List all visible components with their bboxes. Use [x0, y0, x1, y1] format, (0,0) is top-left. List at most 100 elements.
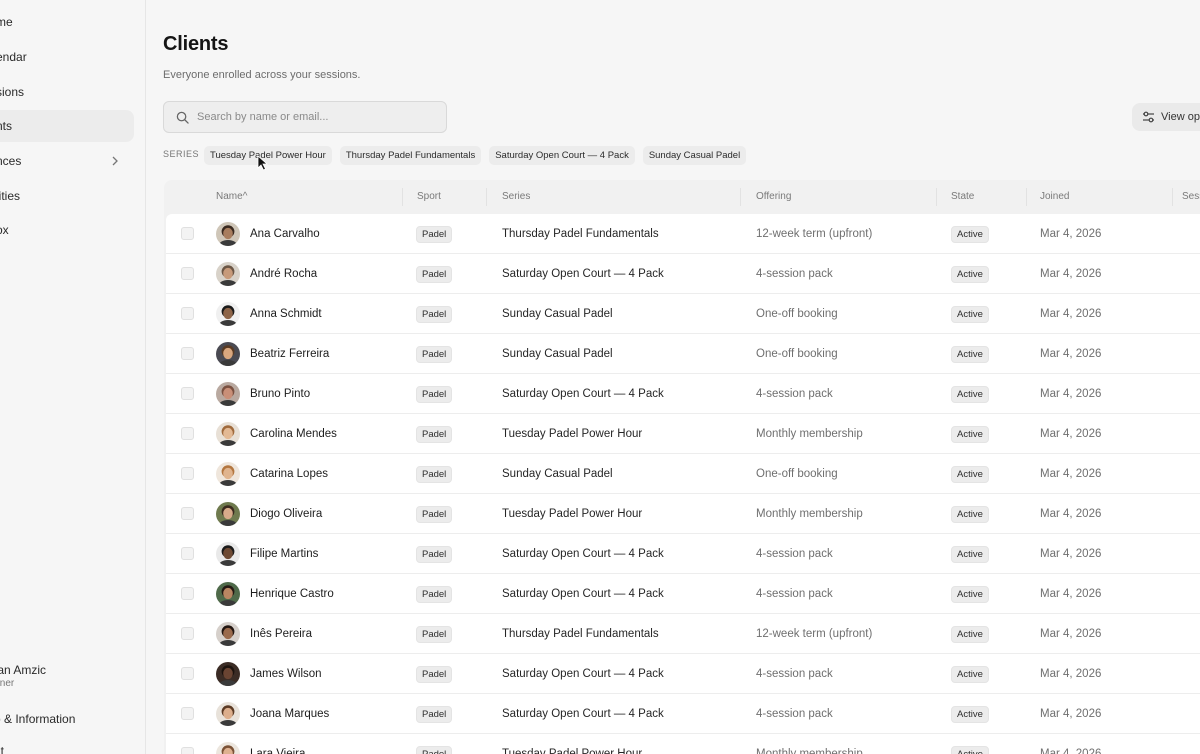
avatar: [216, 742, 240, 754]
series-text: Saturday Open Court — 4 Pack: [502, 548, 664, 560]
client-name-cell[interactable]: Carolina Mendes: [216, 414, 337, 454]
help-information-link[interactable]: p & Information: [0, 712, 75, 726]
offering-text-cell: 4-session pack: [756, 534, 833, 574]
row-checkbox[interactable]: [181, 227, 194, 240]
table-row[interactable]: Catarina Lopes Padel Sunday Casual Padel On…: [166, 454, 1200, 494]
series-chip[interactable]: Thursday Padel Fundamentals: [339, 146, 482, 165]
logout-link[interactable]: ut: [0, 744, 4, 754]
status-badge-cell: Active: [951, 534, 989, 574]
row-checkbox[interactable]: [181, 467, 194, 480]
column-header-joined[interactable]: Joined: [1040, 191, 1069, 202]
table-row[interactable]: Beatriz Ferreira Padel Sunday Casual Padel…: [166, 334, 1200, 374]
row-checkbox[interactable]: [181, 627, 194, 640]
table-row[interactable]: Ana Carvalho Padel Thursday Padel Fundamen…: [166, 214, 1200, 254]
client-name-cell[interactable]: André Rocha: [216, 254, 317, 294]
table-row[interactable]: Bruno Pinto Padel Saturday Open Court — 4 …: [166, 374, 1200, 414]
user-role: ainer: [0, 678, 15, 689]
sidebar-item-3[interactable]: nts: [0, 110, 134, 142]
client-name-cell[interactable]: Anna Schmidt: [216, 294, 322, 334]
table-row[interactable]: Diogo Oliveira Padel Tuesday Padel Power H…: [166, 494, 1200, 534]
column-header-sessions[interactable]: Sess: [1182, 191, 1200, 202]
client-name-cell[interactable]: Filipe Martins: [216, 534, 318, 574]
sidebar-item-4[interactable]: nces: [0, 145, 134, 177]
sidebar-item-label: nces: [0, 154, 22, 168]
offering-text-cell: One-off booking: [756, 294, 838, 334]
client-name-cell[interactable]: Beatriz Ferreira: [216, 334, 329, 374]
series-chip[interactable]: Sunday Casual Padel: [642, 146, 747, 165]
avatar: [216, 662, 240, 686]
table-row[interactable]: Henrique Castro Padel Saturday Open Court …: [166, 574, 1200, 614]
table-row[interactable]: Inês Pereira Padel Thursday Padel Fundamen…: [166, 614, 1200, 654]
client-name: André Rocha: [250, 268, 318, 280]
column-header-offering[interactable]: Offering: [756, 191, 791, 202]
table-row[interactable]: André Rocha Padel Saturday Open Court — 4 …: [166, 254, 1200, 294]
sidebar-item-2[interactable]: sions: [0, 76, 134, 108]
joined-date-cell: Mar 4, 2026: [1040, 694, 1101, 734]
table-row[interactable]: Anna Schmidt Padel Sunday Casual Padel One-…: [166, 294, 1200, 334]
status-badge: Active: [951, 705, 989, 723]
series-text: Sunday Casual Padel: [502, 348, 613, 360]
series-text-cell: Tuesday Padel Power Hour: [502, 734, 642, 754]
client-name-cell[interactable]: Diogo Oliveira: [216, 494, 322, 534]
client-name-cell[interactable]: Catarina Lopes: [216, 454, 328, 494]
table-row[interactable]: Joana Marques Padel Saturday Open Court — …: [166, 694, 1200, 734]
offering-text: Monthly membership: [756, 748, 863, 754]
sidebar-item-5[interactable]: lities: [0, 180, 134, 212]
table-header: Name^ Sport Series Offering State Joined…: [164, 180, 1200, 213]
row-checkbox[interactable]: [181, 387, 194, 400]
joined-date-cell: Mar 4, 2026: [1040, 454, 1101, 494]
client-name-cell[interactable]: Lara Vieira: [216, 734, 305, 754]
table-row[interactable]: Carolina Mendes Padel Tuesday Padel Power …: [166, 414, 1200, 454]
search-input[interactable]: [197, 111, 427, 123]
table-row[interactable]: Lara Vieira Padel Tuesday Padel Power Hour…: [166, 734, 1200, 754]
client-name-cell[interactable]: Henrique Castro: [216, 574, 334, 614]
row-checkbox[interactable]: [181, 547, 194, 560]
sidebar-item-1[interactable]: endar: [0, 41, 134, 73]
client-name: Joana Marques: [250, 708, 330, 720]
series-text: Saturday Open Court — 4 Pack: [502, 388, 664, 400]
column-header-series[interactable]: Series: [502, 191, 530, 202]
client-name-cell[interactable]: Joana Marques: [216, 694, 329, 734]
sport-badge-cell: Padel: [416, 294, 453, 334]
status-badge: Active: [951, 625, 989, 643]
client-name-cell[interactable]: Inês Pereira: [216, 614, 312, 654]
sidebar-item-0[interactable]: me: [0, 6, 134, 38]
sport-badge: Padel: [416, 425, 453, 443]
status-badge-cell: Active: [951, 614, 989, 654]
status-badge: Active: [951, 585, 989, 603]
row-checkbox[interactable]: [181, 347, 194, 360]
status-badge: Active: [951, 345, 989, 363]
row-checkbox[interactable]: [181, 747, 194, 754]
client-name-cell[interactable]: James Wilson: [216, 654, 322, 694]
row-checkbox[interactable]: [181, 267, 194, 280]
row-checkbox[interactable]: [181, 427, 194, 440]
sport-badge: Padel: [416, 505, 453, 523]
row-checkbox[interactable]: [181, 667, 194, 680]
row-checkbox[interactable]: [181, 707, 194, 720]
series-text-cell: Saturday Open Court — 4 Pack: [502, 374, 664, 414]
column-header-sport[interactable]: Sport: [417, 191, 441, 202]
series-chip[interactable]: Saturday Open Court — 4 Pack: [489, 146, 635, 165]
row-checkbox[interactable]: [181, 507, 194, 520]
series-text-cell: Sunday Casual Padel: [502, 294, 613, 334]
row-checkbox[interactable]: [181, 587, 194, 600]
client-name-cell[interactable]: Ana Carvalho: [216, 214, 320, 254]
table-row[interactable]: Filipe Martins Padel Saturday Open Court —…: [166, 534, 1200, 574]
joined-date: Mar 4, 2026: [1040, 268, 1102, 280]
column-header-name[interactable]: Name^: [216, 191, 247, 202]
column-header-state[interactable]: State: [951, 191, 974, 202]
status-badge: Active: [951, 665, 989, 683]
joined-date: Mar 4, 2026: [1040, 388, 1102, 400]
client-name-cell[interactable]: Bruno Pinto: [216, 374, 310, 414]
joined-date-cell: Mar 4, 2026: [1040, 254, 1101, 294]
sidebar-item-6[interactable]: ox: [0, 214, 134, 246]
view-options-button[interactable]: View op: [1132, 103, 1200, 131]
joined-date: Mar 4, 2026: [1040, 748, 1102, 754]
row-checkbox[interactable]: [181, 307, 194, 320]
avatar: [216, 382, 240, 406]
table-row[interactable]: James Wilson Padel Saturday Open Court — 4…: [166, 654, 1200, 694]
sport-badge: Padel: [416, 465, 453, 483]
search-box[interactable]: [163, 101, 447, 133]
offering-text: 4-session pack: [756, 388, 833, 400]
joined-date-cell: Mar 4, 2026: [1040, 574, 1101, 614]
